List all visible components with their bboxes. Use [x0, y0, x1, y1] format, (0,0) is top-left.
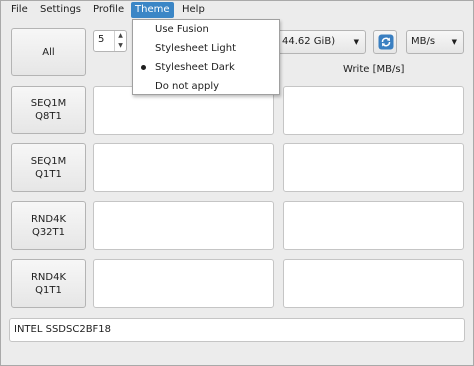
test-button-line1: SEQ1M — [30, 155, 67, 167]
app-window: File Settings Profile Theme Help Use Fus… — [0, 0, 474, 366]
all-button-label: All — [42, 46, 55, 58]
theme-option-do-not-apply[interactable]: Do not apply — [133, 77, 279, 96]
write-column-header: Write [MB/s] — [343, 64, 405, 75]
chevron-down-icon: ▼ — [353, 38, 359, 46]
all-button[interactable]: All — [11, 28, 86, 76]
test-button-line2: Q8T1 — [35, 111, 62, 122]
test-button-line1: SEQ1M — [30, 98, 67, 109]
test-button-rnd4k-q1t1[interactable]: RND4K Q1T1 — [11, 259, 86, 308]
test-button-rnd4k-q32t1[interactable]: RND4K Q32T1 — [11, 201, 86, 250]
theme-option-label: Use Fusion — [155, 24, 209, 35]
unit-select[interactable]: MB/s ▼ — [406, 30, 464, 54]
theme-option-label: Stylesheet Light — [155, 43, 237, 54]
spin-arrows: ▲ ▼ — [114, 31, 126, 51]
read-result-field — [93, 259, 274, 308]
test-button-line2: Q1T1 — [35, 284, 62, 296]
theme-option-stylesheet-dark[interactable]: Stylesheet Dark — [133, 58, 279, 77]
theme-option-stylesheet-light[interactable]: Stylesheet Light — [133, 39, 279, 58]
spin-down-icon[interactable]: ▼ — [115, 41, 126, 51]
write-result-field — [283, 86, 464, 135]
refresh-icon — [378, 34, 394, 50]
menu-settings[interactable]: Settings — [36, 2, 85, 18]
theme-option-label: Stylesheet Dark — [155, 62, 235, 73]
selected-bullet-icon — [141, 65, 146, 70]
test-button-seq1m-q8t1[interactable]: SEQ1M Q8T1 — [11, 86, 86, 134]
count-spinbox[interactable]: 5 ▲ ▼ — [93, 30, 127, 52]
menu-bar: File Settings Profile Theme Help — [1, 1, 473, 19]
write-result-field — [283, 259, 464, 308]
test-button-seq1m-q1t1[interactable]: SEQ1M Q1T1 — [11, 143, 86, 192]
count-value: 5 — [98, 34, 105, 45]
read-result-field — [93, 201, 274, 250]
refresh-button[interactable] — [373, 30, 397, 54]
theme-option-label: Do not apply — [155, 81, 220, 92]
test-button-line2: Q1T1 — [35, 168, 62, 180]
drive-model-bar: INTEL SSDSC2BF18 — [9, 318, 465, 342]
theme-option-use-fusion[interactable]: Use Fusion — [133, 20, 279, 39]
write-result-field — [283, 201, 464, 250]
read-result-field — [93, 143, 274, 192]
menu-profile[interactable]: Profile — [89, 2, 128, 18]
spin-up-icon[interactable]: ▲ — [115, 31, 126, 41]
drive-model-text: INTEL SSDSC2BF18 — [14, 324, 112, 335]
chevron-down-icon: ▼ — [451, 38, 457, 46]
theme-dropdown-menu: Use Fusion Stylesheet Light Stylesheet D… — [132, 19, 280, 95]
menu-help[interactable]: Help — [178, 2, 209, 18]
write-result-field — [283, 143, 464, 192]
test-button-line2: Q32T1 — [31, 226, 66, 238]
test-button-line1: RND4K — [30, 271, 67, 283]
test-button-line1: RND4K — [30, 213, 67, 225]
unit-select-value: MB/s — [411, 36, 436, 47]
menu-theme[interactable]: Theme — [131, 2, 174, 18]
drive-select-value: 44.62 GiB) — [282, 36, 336, 47]
menu-file[interactable]: File — [7, 2, 32, 18]
